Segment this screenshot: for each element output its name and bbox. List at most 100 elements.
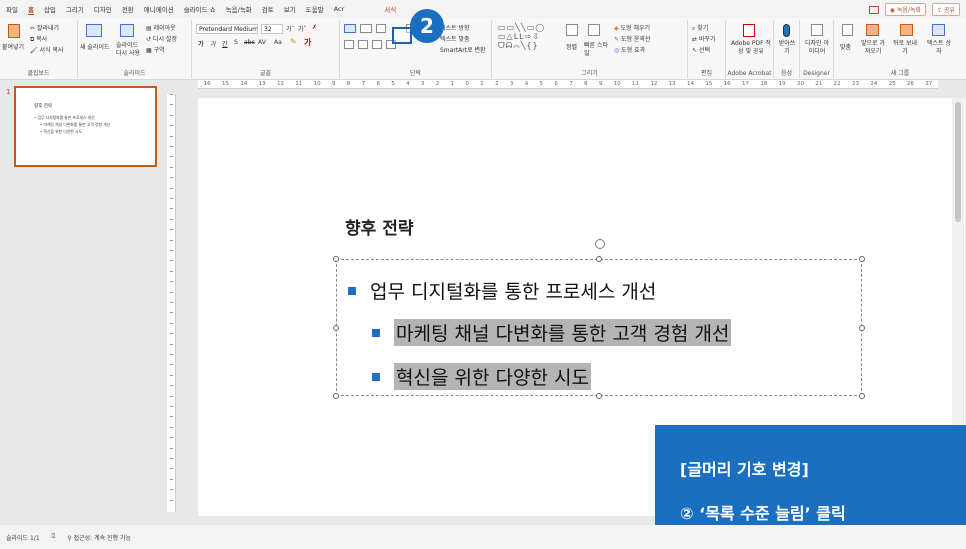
replace-button[interactable]: ⇄ 바꾸기 [692, 34, 716, 43]
menu-format[interactable]: 서식 [384, 4, 396, 14]
strikethrough-button[interactable]: abc [244, 39, 255, 46]
resize-handle[interactable] [333, 393, 339, 399]
align-objects-icon[interactable] [842, 24, 853, 36]
reuse-slides-icon[interactable] [120, 24, 134, 37]
ruler-tick-label: 1 [450, 81, 455, 87]
adobe-pdf-icon[interactable] [743, 24, 755, 37]
vertical-scrollbar[interactable] [952, 98, 964, 425]
align-text-button[interactable]: 텍스트 맞춤 [440, 34, 470, 43]
layout-button[interactable]: ▤ 레이아웃 [146, 23, 176, 32]
font-size-combo[interactable]: 32 [261, 24, 283, 34]
italic-button[interactable]: 가 [210, 39, 216, 48]
resize-handle[interactable] [859, 393, 865, 399]
resize-handle[interactable] [333, 325, 339, 331]
text-direction-button[interactable]: 텍스트 방향 [440, 23, 470, 32]
menu-draw[interactable]: 그리기 [66, 4, 84, 14]
paste-icon[interactable] [8, 24, 20, 38]
arrange-icon[interactable] [566, 24, 578, 36]
format-painter-button[interactable]: 🖌 서식 복사 [30, 45, 64, 54]
grow-font-button[interactable]: 가ˆ [286, 24, 295, 33]
resize-handle[interactable] [596, 393, 602, 399]
bullet-item[interactable]: 마케팅 채널 다변화를 통한 고객 경험 개선 [372, 319, 732, 346]
comment-icon[interactable] [868, 5, 879, 14]
ruler-tick-label: 7 [569, 81, 573, 87]
select-button[interactable]: ↖ 선택 [692, 45, 710, 54]
copy-button[interactable]: ⧉ 복사 [30, 34, 47, 44]
text-box-icon[interactable] [932, 24, 945, 36]
align-objects-button[interactable]: 맞춤 [840, 42, 851, 51]
bullet-item[interactable]: 혁신을 위한 다양한 시도 [372, 363, 591, 390]
shadow-button[interactable]: S [234, 39, 238, 46]
send-backward-icon[interactable] [900, 24, 913, 36]
arrange-button[interactable]: 정렬 [566, 42, 577, 51]
scrollbar-thumb[interactable] [955, 102, 961, 222]
font-color-icon[interactable]: 가 [304, 37, 311, 48]
resize-handle[interactable] [333, 256, 339, 262]
decrease-indent-icon[interactable] [376, 24, 386, 33]
char-spacing-button[interactable]: AV [258, 39, 266, 46]
underline-button[interactable]: 간 [222, 39, 228, 48]
align-right-icon[interactable] [372, 40, 382, 49]
clear-format-icon[interactable]: ✗ [312, 24, 317, 31]
menu-help[interactable]: 도움말 [306, 4, 324, 14]
shapes-gallery[interactable]: ▭▭╲╲▭◯ ▭△ᒪᒪ⇨⇩ ᗜᗣ⌒╲{} [498, 23, 545, 50]
ruler-tick [170, 302, 173, 303]
resize-handle[interactable] [596, 256, 602, 262]
shape-outline-button[interactable]: ✎ 도형 윤곽선 [614, 34, 650, 43]
design-ideas-button[interactable]: 디자인 아이디어 [804, 40, 830, 56]
paste-button[interactable]: 붙여넣기 [2, 42, 24, 51]
shape-fill-button[interactable]: ◈ 도형 채우기 [614, 23, 650, 32]
bold-button[interactable]: 가 [198, 39, 204, 48]
align-center-icon[interactable] [358, 40, 368, 49]
cut-button[interactable]: ✂ 잘라내기 [30, 23, 59, 32]
bullet-item[interactable]: 업무 디지털화를 통한 프로세스 개선 [348, 277, 656, 304]
new-slide-icon[interactable] [86, 24, 102, 37]
create-pdf-button[interactable]: Adobe PDF 작성 및 공유 [730, 40, 772, 56]
increase-indent-button[interactable] [392, 27, 412, 44]
menu-record[interactable]: 녹음/녹화 [226, 4, 252, 14]
share-button[interactable]: ⇪ 공유 [932, 3, 960, 16]
menu-transitions[interactable]: 전환 [122, 4, 134, 14]
find-button[interactable]: ⌕ 찾기 [692, 23, 708, 33]
slide-title[interactable]: 향후 전략 [345, 214, 413, 239]
numbering-icon[interactable] [360, 24, 372, 33]
new-slide-button[interactable]: 새 슬라이드 [80, 42, 110, 51]
section-button[interactable]: ▦ 구역 [146, 45, 165, 54]
text-box-button[interactable]: 텍스트 상자 [926, 40, 952, 56]
bring-forward-icon[interactable] [866, 24, 879, 36]
menu-file[interactable]: 파일 [6, 4, 18, 14]
change-case-button[interactable]: Aa [274, 39, 282, 46]
menu-animations[interactable]: 애니메이션 [144, 4, 174, 14]
menu-home[interactable]: 홈 [27, 4, 34, 15]
quick-styles-icon[interactable] [588, 24, 600, 36]
font-name-combo[interactable]: Pretendard Medium [196, 24, 258, 34]
microphone-icon[interactable] [783, 24, 790, 37]
accessibility-status[interactable]: ⚲ 접근성: 계속 진행 가능 [67, 533, 131, 542]
bring-forward-button[interactable]: 앞으로 가져오기 [860, 40, 886, 56]
menu-acrobat[interactable]: Acr [334, 5, 345, 13]
menu-design[interactable]: 디자인 [94, 4, 112, 14]
rotate-handle[interactable] [595, 239, 605, 249]
language-icon[interactable]: ⌼ [52, 533, 56, 541]
highlight-icon[interactable]: ✎ [290, 37, 297, 46]
slide-thumbnail[interactable]: 향후 전략 • 업무 디지털화를 통한 프로세스 개선 • 마케팅 채널 다변화… [14, 86, 157, 167]
quick-styles-button[interactable]: 빠른 스타일 [584, 42, 608, 58]
shape-effects-button[interactable]: ◎ 도형 효과 [614, 45, 645, 54]
send-backward-button[interactable]: 뒤로 보내기 [892, 40, 918, 56]
align-left-icon[interactable] [344, 40, 354, 49]
shrink-font-button[interactable]: 가ˇ [298, 24, 307, 33]
reuse-slides-button[interactable]: 슬라이드 다시 사용 [116, 42, 144, 58]
resize-handle[interactable] [859, 256, 865, 262]
menu-insert[interactable]: 삽입 [44, 4, 56, 14]
resize-handle[interactable] [859, 325, 865, 331]
designer-icon[interactable] [811, 24, 823, 36]
smartart-button[interactable]: SmartArt로 변환 [440, 45, 486, 54]
record-button[interactable]: ◉ 녹음/녹화 [884, 3, 927, 16]
bullets-icon[interactable] [344, 24, 356, 33]
menu-review[interactable]: 검토 [262, 4, 274, 14]
reset-button[interactable]: ↺ 다시 설정 [146, 34, 177, 43]
menu-view[interactable]: 보기 [284, 4, 296, 14]
menu-slideshow[interactable]: 슬라이드 쇼 [184, 4, 216, 14]
dictate-button[interactable]: 받아쓰기 [776, 40, 798, 56]
horizontal-ruler: 16 15 14 13 12 11 10 9 8 7 6 5 4 3 2 1 0 1 2 3 4 5 6 7 8 9 10 11 12 1… [198, 80, 938, 89]
